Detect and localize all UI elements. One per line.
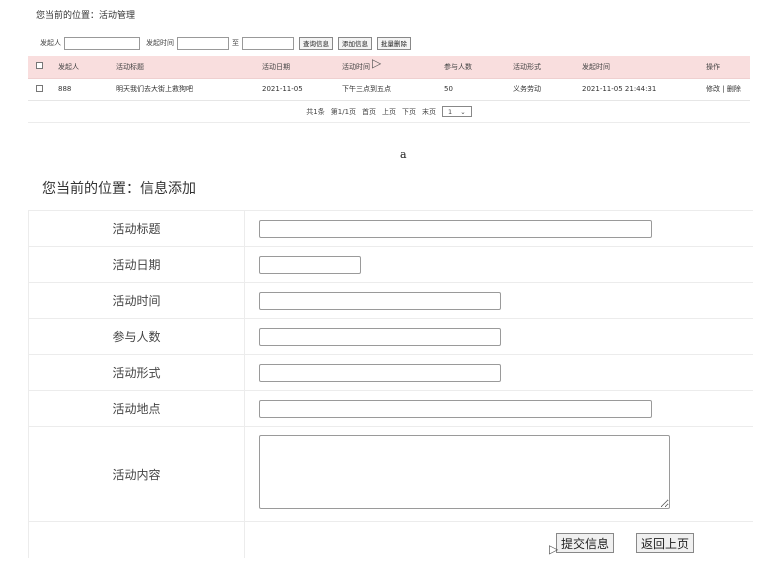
cell-title: 明天我们去大街上救狗吧	[116, 78, 262, 101]
select-all-checkbox[interactable]	[36, 62, 43, 70]
label-time: 活动时间	[28, 282, 245, 319]
to-label: 至	[232, 39, 239, 47]
end-time-input[interactable]	[242, 36, 294, 50]
column-header: 操作	[706, 56, 750, 79]
back-button[interactable]: 返回上页	[636, 533, 695, 553]
pagination: 共1条 第1/1页 首页 上页 下页 末页 1 ⌄	[28, 101, 750, 123]
label-participants: 参与人数	[28, 318, 245, 355]
next-page-link[interactable]: 下页	[402, 107, 416, 117]
cell-date: 2021-11-05	[262, 78, 342, 101]
start-time-input[interactable]	[177, 36, 229, 50]
column-header: 发起人	[58, 56, 116, 79]
chevron-down-icon: ⌄	[460, 108, 466, 116]
initiator-input[interactable]	[64, 36, 140, 50]
info-add-form: 活动标题 活动日期 活动时间 参与人数 活动形式 活动地点 活动内容	[28, 210, 753, 558]
figure-caption-a: a	[400, 148, 407, 161]
page-indicator: 第1/1页	[330, 107, 357, 116]
column-header: 活动形式	[513, 56, 582, 79]
date-input[interactable]	[259, 256, 361, 275]
edit-link[interactable]: 修改	[706, 85, 720, 93]
label-content: 活动内容	[28, 426, 245, 522]
delete-link[interactable]: 删除	[727, 85, 741, 93]
time-input[interactable]	[259, 292, 501, 311]
form-input[interactable]	[259, 364, 501, 383]
query-button[interactable]: 查询信息	[299, 36, 333, 50]
table-header-row: 发起人 活动标题 活动日期 活动时间 参与人数 活动形式 发起时间 操作	[28, 56, 750, 79]
cell-created: 2021-11-05 21:44:31	[582, 78, 706, 101]
table-row: 888 明天我们去大街上救狗吧 2021-11-05 下午三点到五点 50 义务…	[28, 78, 750, 101]
column-header: 活动标题	[116, 56, 262, 79]
last-page-link[interactable]: 末页	[422, 107, 436, 117]
breadcrumb-activity-management: 您当前的位置：活动管理	[36, 11, 136, 21]
activity-table: 发起人 活动标题 活动日期 活动时间 参与人数 活动形式 发起时间 操作 888…	[28, 56, 750, 101]
column-header: 参与人数	[444, 56, 513, 79]
batch-delete-button[interactable]: 批量删除	[377, 36, 411, 50]
cell-time: 下午三点到五点	[342, 78, 444, 101]
mouse-cursor-icon: ▷	[549, 542, 559, 556]
initiator-label: 发起人	[40, 39, 61, 47]
search-toolbar: 发起人 发起时间 至 查询信息 添加信息 批量删除	[40, 36, 411, 50]
label-form: 活动形式	[28, 354, 245, 391]
column-header: 发起时间	[582, 56, 706, 79]
add-info-button[interactable]: 添加信息	[338, 36, 372, 50]
row-checkbox[interactable]	[36, 84, 43, 92]
mouse-cursor-icon: ▷	[372, 56, 382, 70]
page-select-value: 1	[448, 108, 453, 116]
label-date: 活动日期	[28, 246, 245, 283]
first-page-link[interactable]: 首页	[362, 107, 376, 117]
page-select[interactable]: 1 ⌄	[442, 106, 472, 117]
footer-spacer	[28, 521, 245, 558]
action-separator: |	[722, 85, 725, 93]
time-label: 发起时间	[146, 39, 174, 47]
submit-button[interactable]: 提交信息	[556, 533, 615, 553]
label-title: 活动标题	[28, 210, 245, 247]
content-textarea[interactable]	[259, 435, 670, 509]
column-header: 活动日期	[262, 56, 342, 79]
total-count: 共1条	[306, 107, 325, 116]
cell-participants: 50	[444, 78, 513, 101]
cell-form: 义务劳动	[513, 78, 582, 101]
label-location: 活动地点	[28, 390, 245, 427]
breadcrumb-info-add: 您当前的位置：信息添加	[42, 181, 196, 197]
location-input[interactable]	[259, 400, 652, 419]
cell-actions: 修改 | 删除	[706, 78, 750, 101]
title-input[interactable]	[259, 220, 652, 239]
cell-initiator: 888	[58, 78, 116, 101]
prev-page-link[interactable]: 上页	[382, 107, 396, 117]
column-header: 活动时间	[342, 56, 444, 79]
participants-input[interactable]	[259, 328, 501, 347]
